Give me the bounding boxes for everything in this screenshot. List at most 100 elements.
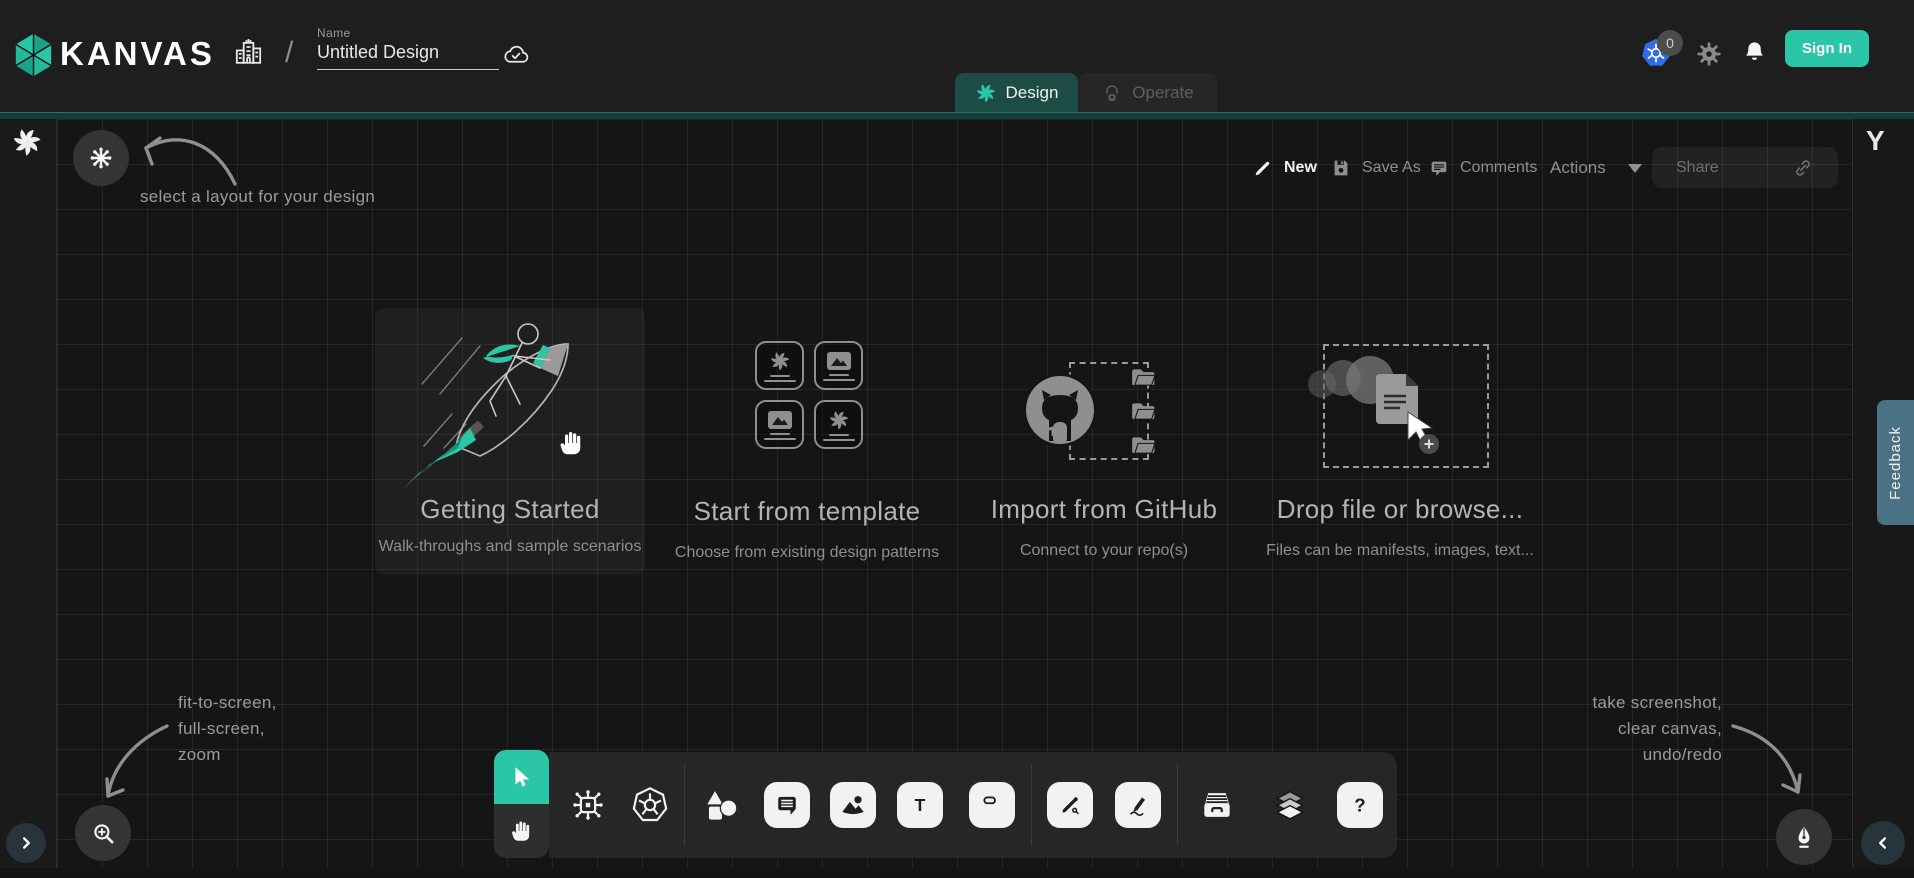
swirl-icon: [769, 350, 791, 372]
tab-operate-label: Operate: [1132, 83, 1193, 103]
card-subtitle: Connect to your repo(s): [954, 542, 1254, 560]
actions-dropdown[interactable]: Actions: [1550, 148, 1642, 188]
card-subtitle: Walk-throughs and sample scenarios: [360, 538, 660, 556]
meshery-spinner-icon: [11, 126, 43, 158]
sketch-tool-button[interactable]: [1115, 782, 1161, 828]
layout-select-button[interactable]: [73, 130, 129, 186]
zoom-hint-arrow: [95, 712, 180, 812]
layers-icon: [1271, 786, 1309, 824]
tab-design-label: Design: [1006, 83, 1059, 103]
new-design-button[interactable]: New: [1252, 148, 1317, 188]
design-name-block: Name: [317, 26, 499, 70]
card-title: Drop file or browse...: [1250, 494, 1550, 525]
text-icon: T: [906, 791, 934, 819]
operator-icon: [1101, 82, 1123, 104]
kubernetes-wheel-icon: [630, 785, 670, 825]
folder-icon: [1126, 432, 1160, 458]
shapes-icon: [702, 786, 740, 824]
card-title: Start from template: [657, 496, 957, 527]
pan-tool-button[interactable]: [494, 804, 549, 858]
card-subtitle: Choose from existing design patterns: [657, 544, 957, 562]
share-button[interactable]: Share: [1652, 147, 1838, 188]
layout-asterisk-icon: [88, 145, 114, 171]
cursor-tools: [494, 750, 549, 858]
toolbar-separator: [1031, 764, 1032, 846]
layers-tool-button[interactable]: [1267, 782, 1313, 828]
image-icon: [826, 351, 852, 371]
image-icon: [767, 410, 793, 430]
organization-icon[interactable]: [232, 36, 265, 69]
notifications-bell-button[interactable]: [1741, 38, 1768, 67]
sign-in-button[interactable]: Sign In: [1785, 30, 1869, 67]
card-title: Import from GitHub: [954, 494, 1254, 525]
zoom-controls-button[interactable]: [75, 805, 131, 861]
template-tile: [814, 341, 863, 390]
template-tile: [755, 400, 804, 449]
name-label: Name: [317, 26, 499, 40]
toolbar-separator: [1177, 764, 1178, 846]
tab-operate[interactable]: Operate: [1078, 73, 1217, 112]
brand-name: KANVAS: [60, 35, 215, 73]
note-icon: [978, 791, 1006, 819]
drawer-icon: [1198, 786, 1236, 824]
cloud-saved-icon: [501, 41, 531, 65]
designs-drawer-button[interactable]: [1194, 782, 1240, 828]
y-shape-icon[interactable]: Y: [1866, 125, 1885, 157]
zoom-hint-text: fit-to-screen, full-screen, zoom: [178, 690, 277, 768]
save-icon: [1330, 157, 1352, 179]
comment-icon: [773, 791, 801, 819]
context-count-badge: 0: [1657, 30, 1683, 56]
svg-text:T: T: [915, 795, 926, 815]
comment-tool-button[interactable]: [764, 782, 810, 828]
getting-started-card[interactable]: Getting Started Walk-throughs and sample…: [375, 308, 645, 575]
rocket-illustration: [400, 316, 625, 488]
image-icon: [838, 790, 868, 820]
settings-gear-button[interactable]: [1695, 40, 1723, 68]
text-tool-button[interactable]: T: [897, 782, 943, 828]
tab-design[interactable]: Design: [955, 73, 1078, 112]
pen-tool-button[interactable]: [1047, 782, 1093, 828]
tools-hint-arrow: [1725, 712, 1810, 807]
github-octocat-icon: [1022, 372, 1098, 448]
folder-icon: [1126, 398, 1160, 424]
card-title: Getting Started: [375, 494, 645, 525]
chevron-down-icon: [1628, 164, 1642, 173]
pen-anchor-icon: [1056, 791, 1084, 819]
link-icon: [1792, 157, 1814, 179]
breadcrumb-slash: /: [285, 36, 293, 70]
active-tab-underline: [0, 112, 1914, 119]
arrow-cursor-icon: [509, 764, 535, 790]
start-from-template-card[interactable]: [755, 341, 863, 449]
pen-nib-icon: [1791, 824, 1817, 850]
collapse-right-panel-button[interactable]: [1861, 821, 1905, 865]
select-tool-button[interactable]: [494, 750, 549, 804]
save-as-button[interactable]: Save As: [1330, 148, 1421, 188]
feedback-tab[interactable]: Feedback: [1877, 400, 1914, 525]
comments-button[interactable]: Comments: [1428, 148, 1537, 188]
left-sidebar-strip: [0, 119, 57, 868]
layout-hint-text: select a layout for your design: [140, 184, 375, 210]
design-name-input[interactable]: [317, 40, 499, 70]
help-tool-button[interactable]: ?: [1337, 782, 1383, 828]
pointer-cursor-icon: [557, 423, 587, 463]
shapes-tool-button[interactable]: [698, 782, 744, 828]
drop-file-illustration: [1296, 352, 1496, 462]
kubernetes-tool-button[interactable]: [627, 782, 673, 828]
expand-left-panel-button[interactable]: [6, 823, 46, 863]
note-tool-button[interactable]: [969, 782, 1015, 828]
design-swirl-icon: [975, 82, 997, 104]
swirl-icon: [828, 409, 850, 431]
kanvas-logo-icon: [12, 32, 55, 78]
toolbar-separator: [684, 764, 685, 846]
question-icon: ?: [1346, 791, 1374, 819]
image-tool-button[interactable]: [830, 782, 876, 828]
components-tool-button[interactable]: [565, 782, 611, 828]
bottom-edge: [0, 868, 1914, 878]
magnifier-plus-icon: [90, 820, 116, 846]
tools-hint-text: take screenshot, clear canvas, undo/redo: [1422, 690, 1722, 768]
drawing-tools-button[interactable]: [1776, 809, 1832, 865]
svg-text:?: ?: [1354, 794, 1365, 815]
kanvas-app: KANVAS / Name: [0, 0, 1914, 878]
hand-icon: [509, 818, 535, 844]
pencil-icon: [1252, 157, 1274, 179]
